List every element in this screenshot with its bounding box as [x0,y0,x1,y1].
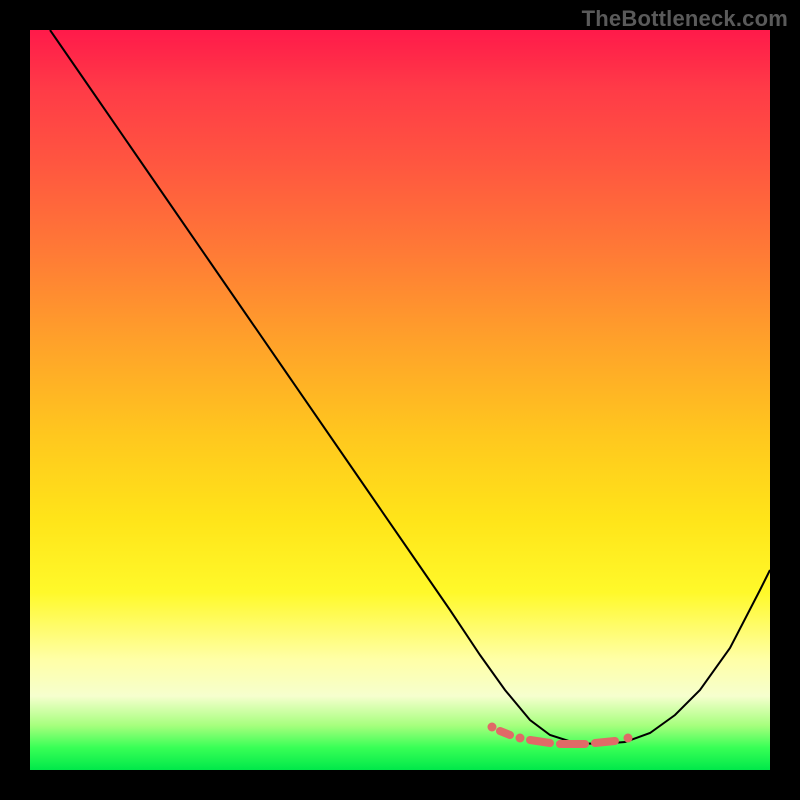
curve-layer [30,30,770,770]
chart-frame: TheBottleneck.com [0,0,800,800]
optimal-dot [624,734,633,743]
optimal-dash [595,741,615,743]
optimal-range-markers [488,723,633,745]
watermark-text: TheBottleneck.com [582,6,788,32]
bottleneck-curve [50,30,770,744]
gradient-plot-area [30,30,770,770]
optimal-dash [500,731,510,735]
optimal-dot [488,723,497,732]
optimal-dot [516,734,525,743]
optimal-dash [530,740,550,743]
